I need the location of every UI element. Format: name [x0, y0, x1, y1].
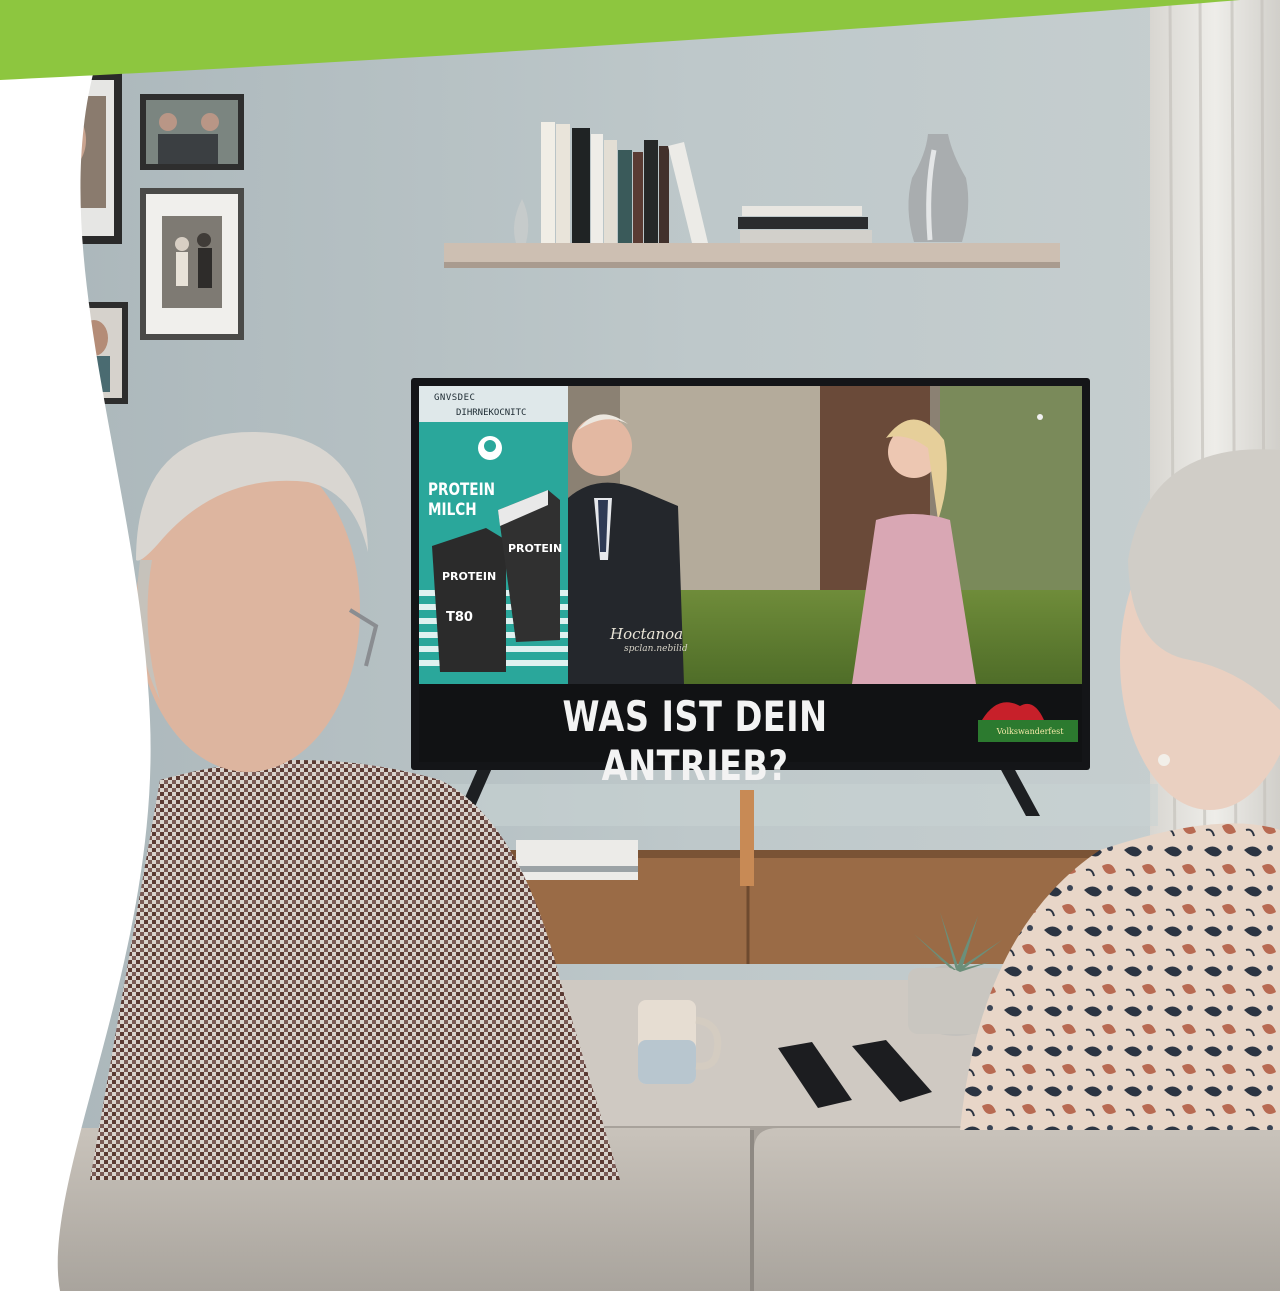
- tv-ticker-top: GNVSDEC: [434, 393, 476, 403]
- pack-left-label: PROTEIN: [442, 570, 497, 583]
- tv-caption-sub: spclan.nebilid: [624, 644, 688, 654]
- tv-ticker-sub: DIHRNEKOCNITC: [456, 408, 527, 418]
- pack-number: T80: [446, 610, 473, 625]
- pack-right-label: PROTEIN: [508, 542, 563, 555]
- tv-caption-name: Hoctanoa: [610, 625, 684, 643]
- ad-product-title: PROTEIN MILCH: [428, 480, 496, 520]
- tv-headline: WAS IST DEIN ANTRIEB?: [562, 692, 828, 790]
- channel-logo-text: Volkswanderfest: [996, 727, 1064, 736]
